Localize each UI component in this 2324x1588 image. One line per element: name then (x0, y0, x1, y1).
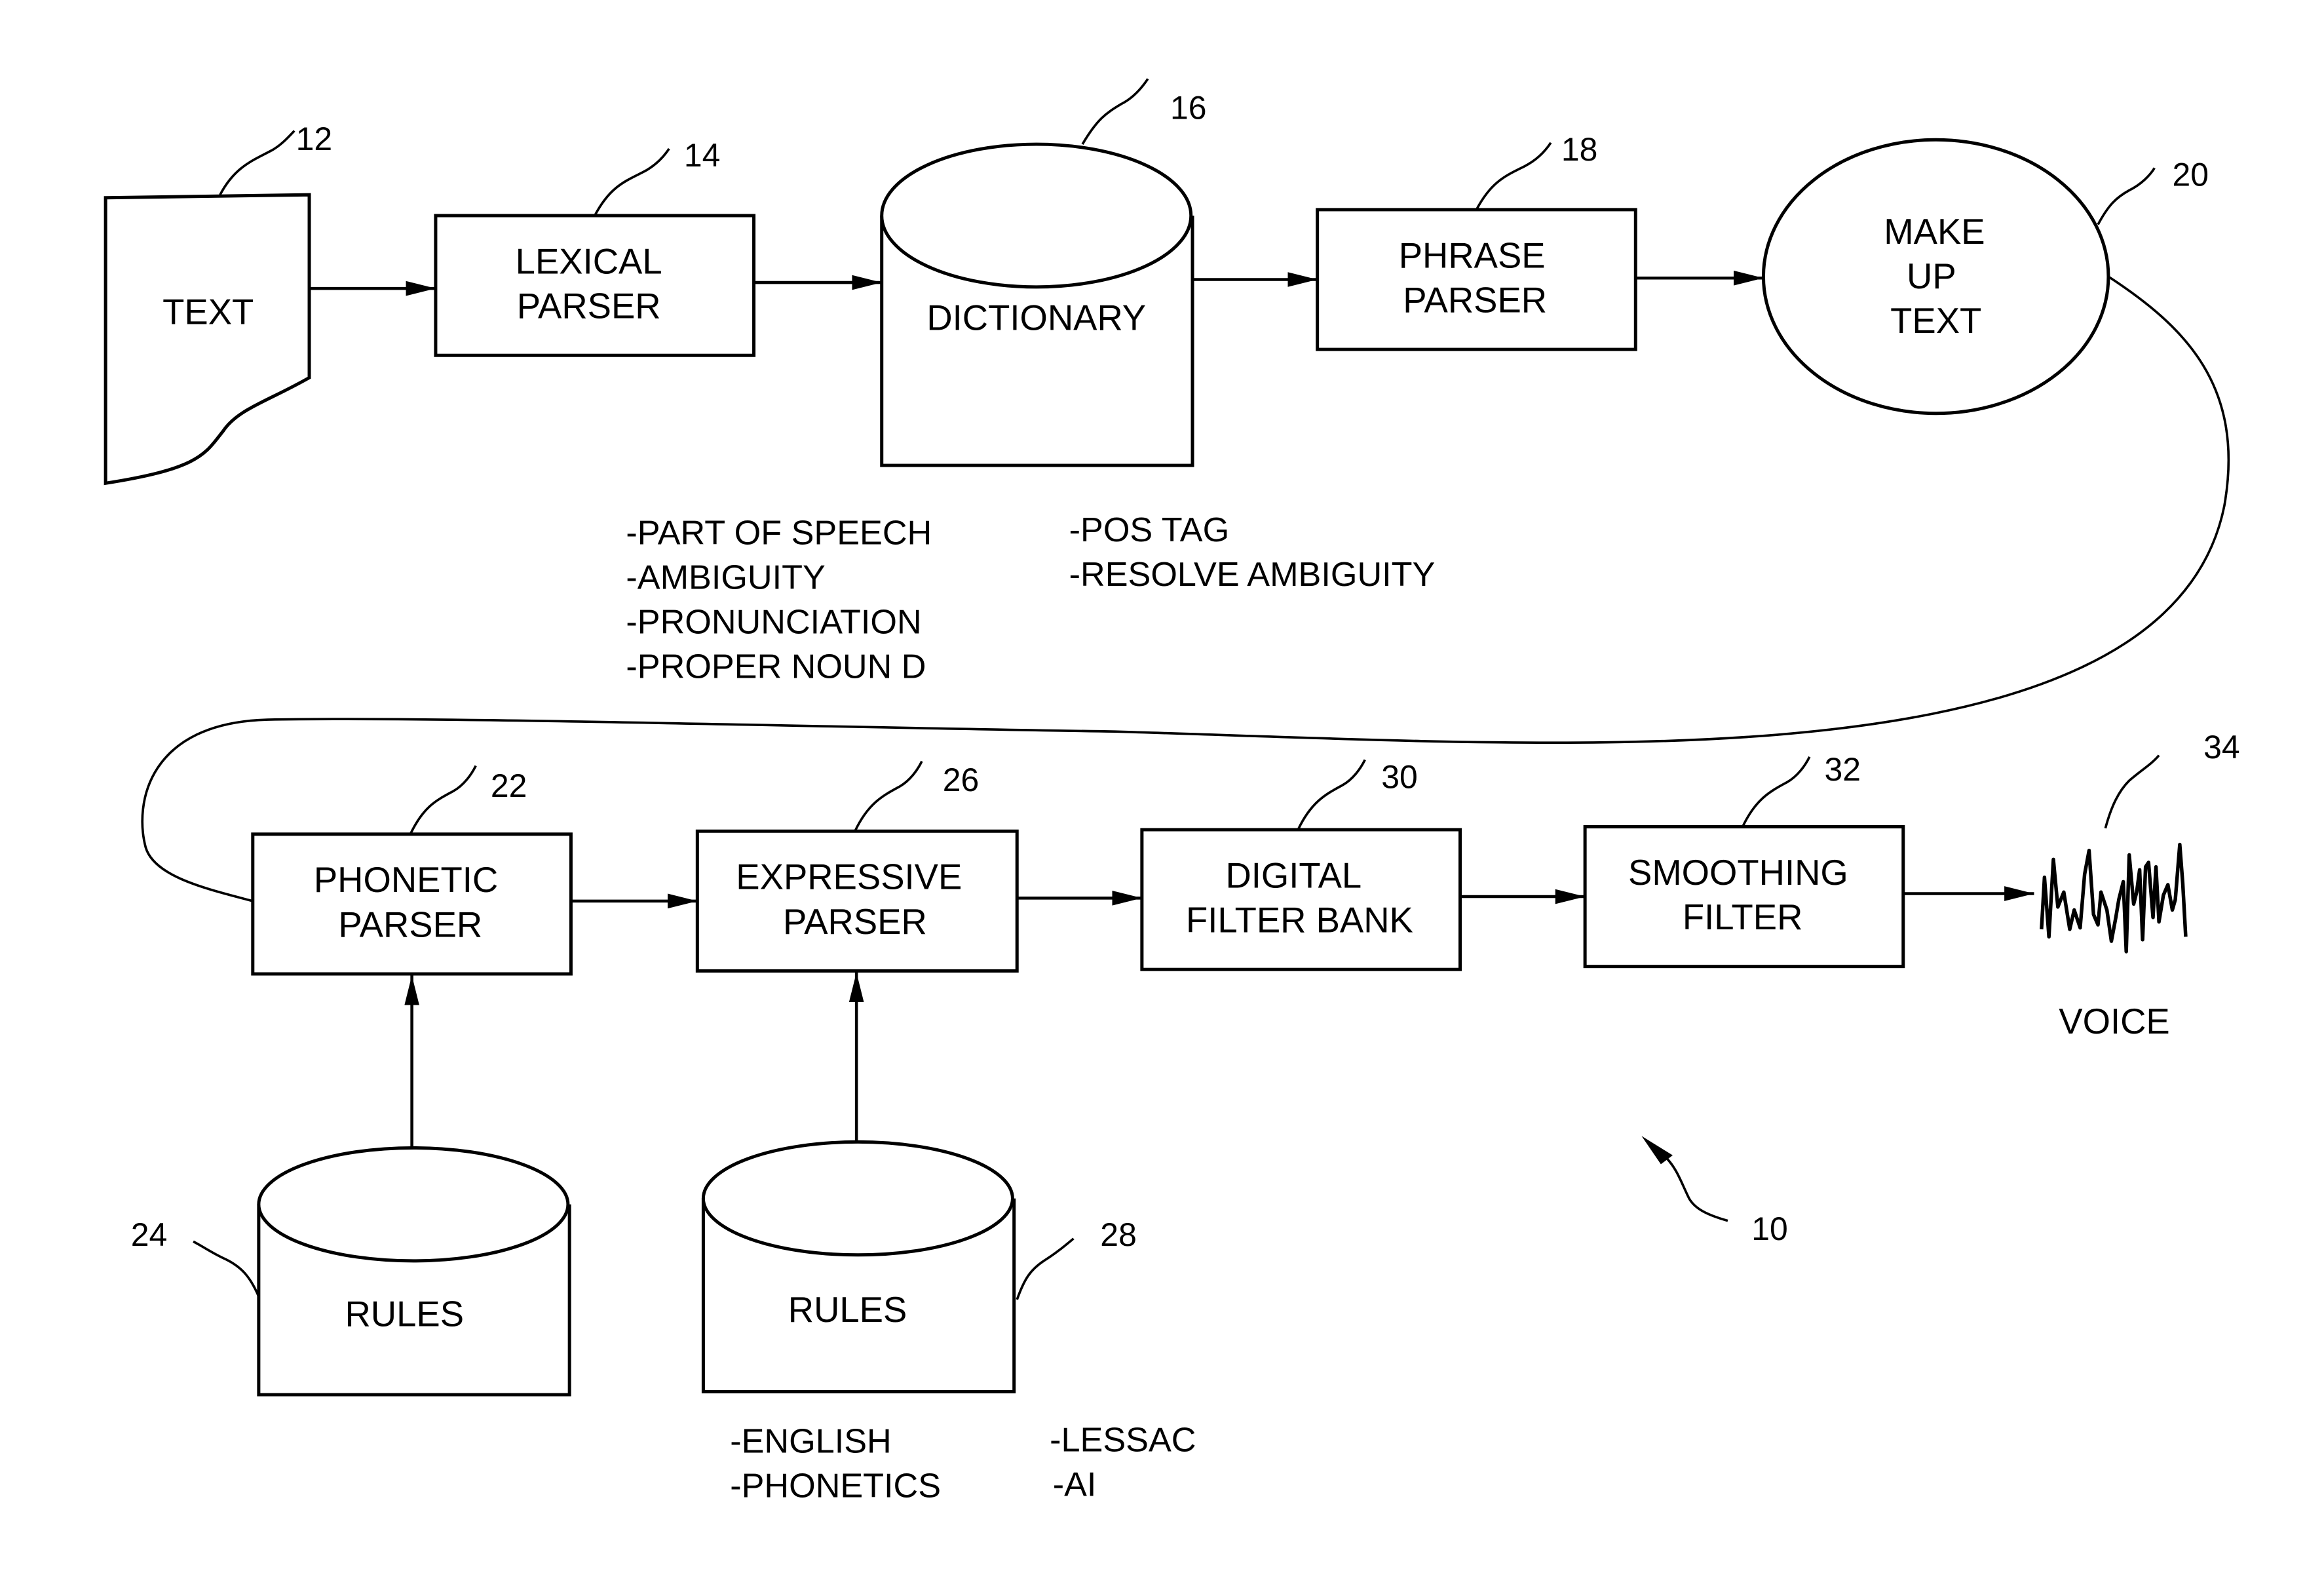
leader-line-14 (594, 147, 670, 216)
rules-note-english: -ENGLISH (730, 1423, 891, 1461)
rules-note-ai: -AI (1053, 1465, 1097, 1503)
ref-numeral-30: 30 (1381, 758, 1418, 795)
expressive-rules-label: RULES (788, 1290, 907, 1330)
phrase-note-1: -POS TAG (1069, 511, 1230, 549)
text-document-node: TEXT 12 (104, 121, 333, 486)
smoothing-filter-node: SMOOTHING FILTER 32 (1583, 751, 1905, 969)
phrase-notes: -POS TAG -RESOLVE AMBIGUITY (1069, 511, 1436, 594)
lexical-parser-label-line-1: LEXICAL (516, 241, 662, 281)
leader-line-12 (219, 130, 295, 196)
digital-filter-bank-label-line-2: FILTER BANK (1186, 900, 1413, 940)
ref-numeral-28: 28 (1100, 1216, 1137, 1253)
leader-line-24 (193, 1240, 260, 1298)
dictionary-note-2: -AMBIGUITY (626, 558, 825, 596)
phonetic-parser-label-line-1: PHONETIC (314, 860, 498, 900)
dictionary-note-4: -PROPER NOUN D (626, 648, 926, 686)
ref-numeral-18: 18 (1561, 131, 1598, 168)
phrase-parser-label-line-1: PHRASE (1399, 235, 1546, 275)
dictionary-note-1: -PART OF SPEECH (626, 514, 932, 552)
ref-numeral-34: 34 (2203, 729, 2240, 765)
make-up-text-label-line-3: TEXT (1890, 301, 1981, 341)
phonetic-rules-cylinder-top (257, 1146, 570, 1263)
leader-line-18 (1475, 142, 1552, 210)
rules-notes: -ENGLISH -PHONETICS -LESSAC -AI (730, 1421, 1196, 1505)
ref-numeral-20: 20 (2173, 157, 2209, 193)
dictionary-node: DICTIONARY 16 (880, 78, 1207, 467)
ref-numeral-14: 14 (684, 137, 721, 174)
expressive-rules-node: RULES 28 (701, 1140, 1137, 1394)
leader-line-26 (854, 760, 923, 832)
leader-line-16 (1081, 78, 1149, 145)
ref-numeral-12: 12 (296, 121, 333, 157)
figure-reference-numeral: 10 (1751, 1210, 1788, 1247)
leader-line-32 (1742, 756, 1811, 828)
figure-reference-leader (1664, 1155, 1728, 1222)
voice-label: VOICE (2059, 1001, 2169, 1041)
phonetic-parser-label-line-2: PARSER (338, 904, 482, 944)
text-to-speech-flow-diagram: TEXT 12 LEXICAL PARSER 14 DICTIONARY 16 … (104, 78, 2240, 1505)
make-up-text-label-line-2: UP (1907, 256, 1956, 296)
voice-output: 34 VOICE (2040, 729, 2240, 1041)
ref-numeral-22: 22 (491, 767, 527, 804)
ref-numeral-32: 32 (1824, 751, 1861, 788)
digital-filter-bank-label-line-1: DIGITAL (1225, 855, 1362, 895)
expressive-rules-cylinder-top (701, 1140, 1014, 1257)
lexical-parser-node: LEXICAL PARSER 14 (434, 137, 756, 357)
ref-numeral-16: 16 (1170, 90, 1207, 126)
phrase-parser-node: PHRASE PARSER 18 (1316, 131, 1637, 351)
lexical-parser-label-line-2: PARSER (517, 286, 661, 326)
figure-reference: 10 (1641, 1136, 1788, 1247)
smoothing-filter-label-line-2: FILTER (1683, 897, 1803, 937)
leader-line-20 (2097, 167, 2156, 225)
make-up-text-label-line-1: MAKE (1884, 212, 1985, 252)
leader-line-28 (1016, 1237, 1075, 1300)
text-node-label: TEXT (162, 292, 254, 332)
smoothing-filter-label-line-1: SMOOTHING (1628, 853, 1848, 893)
phrase-note-2: -RESOLVE AMBIGUITY (1069, 556, 1436, 594)
voice-waveform-icon (2040, 842, 2188, 954)
dictionary-note-3: -PRONUNCIATION (626, 603, 921, 641)
dictionary-notes: -PART OF SPEECH -AMBIGUITY -PRONUNCIATIO… (626, 514, 932, 686)
leader-line-22 (409, 765, 477, 835)
dictionary-label: DICTIONARY (926, 298, 1146, 338)
phrase-parser-label-line-2: PARSER (1403, 280, 1547, 320)
make-up-text-node: MAKE UP TEXT 20 (1761, 138, 2209, 416)
rules-note-phonetics: -PHONETICS (730, 1467, 941, 1505)
leader-line-34 (2104, 754, 2160, 829)
dictionary-cylinder-top (880, 142, 1193, 289)
phonetic-rules-label: RULES (345, 1294, 464, 1334)
expressive-parser-label-line-1: EXPRESSIVE (736, 857, 962, 897)
digital-filter-bank-node: DIGITAL FILTER BANK 30 (1140, 758, 1462, 971)
document-shape-icon (104, 193, 311, 486)
phonetic-parser-node: PHONETIC PARSER 22 (251, 765, 573, 976)
ref-numeral-24: 24 (131, 1216, 168, 1253)
leader-line-30 (1297, 759, 1366, 830)
phonetic-rules-node: RULES 24 (131, 1146, 571, 1397)
ref-numeral-26: 26 (943, 762, 980, 798)
rules-note-lessac: -LESSAC (1050, 1421, 1196, 1459)
expressive-parser-node: EXPRESSIVE PARSER 26 (695, 760, 1019, 973)
expressive-parser-label-line-2: PARSER (783, 902, 927, 942)
